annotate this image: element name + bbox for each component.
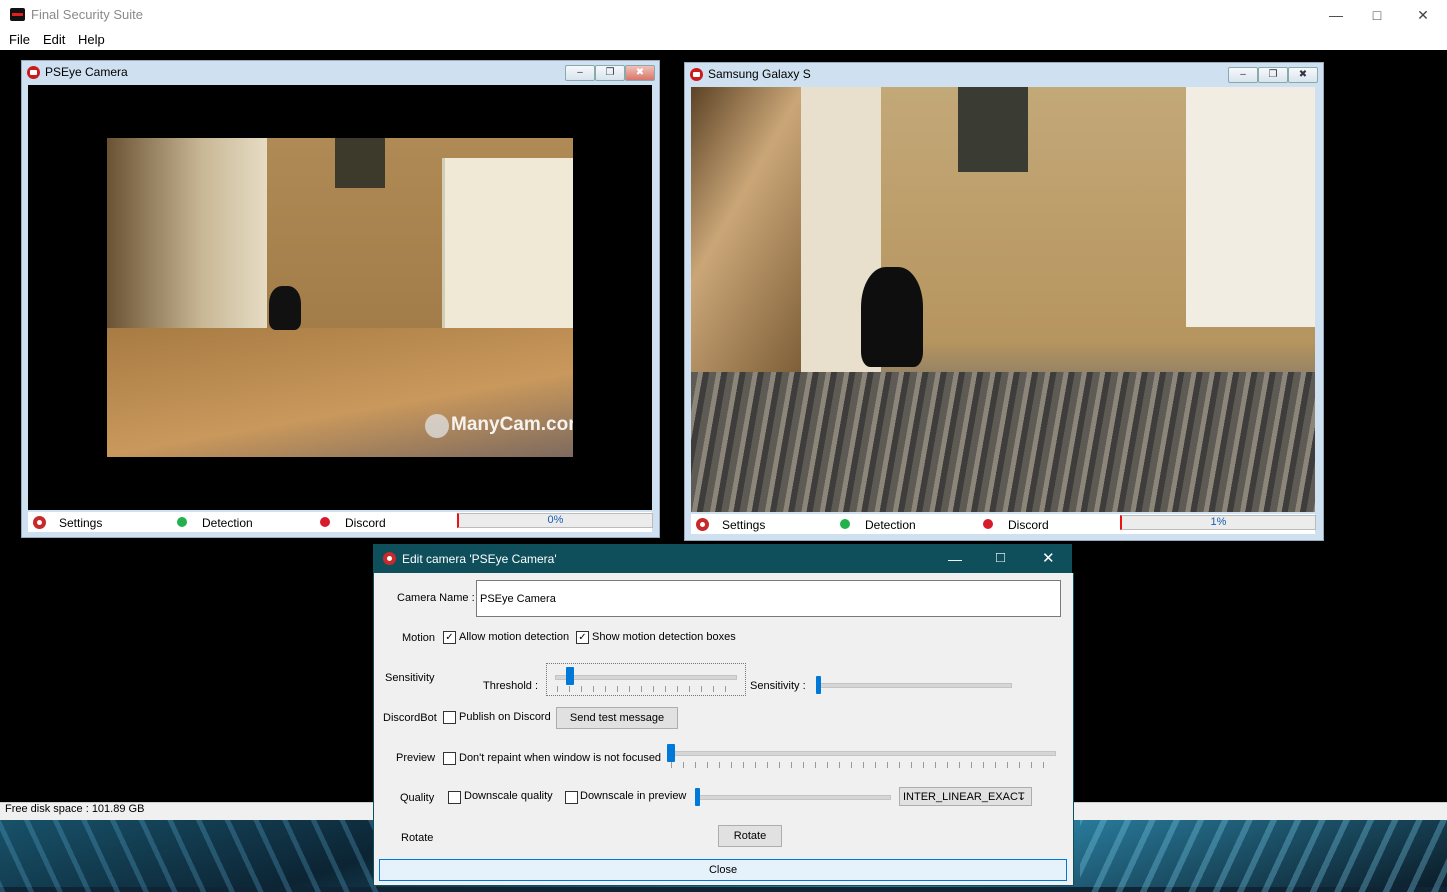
discord-toggle[interactable]: Discord bbox=[1008, 518, 1049, 532]
detection-toggle[interactable]: Detection bbox=[202, 516, 253, 530]
sensitivity-slider-label: Sensitivity : bbox=[750, 680, 806, 692]
gear-icon[interactable] bbox=[696, 518, 709, 531]
sensitivity-track[interactable] bbox=[818, 683, 1012, 688]
painting-shape bbox=[958, 87, 1028, 172]
camera-frame-image: ManyCam.com bbox=[107, 138, 573, 457]
minimize-icon[interactable]: – bbox=[1228, 67, 1258, 83]
camera-icon bbox=[690, 68, 703, 81]
publish-discord-checkbox[interactable] bbox=[443, 711, 456, 724]
interpolation-select[interactable]: INTER_LINEAR_EXACT ⌄ bbox=[899, 787, 1032, 806]
threshold-label: Threshold : bbox=[483, 680, 539, 692]
threshold-track[interactable] bbox=[555, 675, 737, 680]
dialog-title: Edit camera 'PSEye Camera' bbox=[402, 552, 557, 566]
window-title: Final Security Suite bbox=[31, 7, 143, 22]
allow-motion-label: Allow motion detection bbox=[459, 631, 570, 643]
detection-status-icon bbox=[840, 519, 850, 529]
show-boxes-label: Show motion detection boxes bbox=[592, 631, 736, 643]
camera-title: PSEye Camera bbox=[45, 65, 128, 79]
camera-name-input[interactable] bbox=[476, 580, 1061, 617]
progress-text: 0% bbox=[547, 514, 564, 526]
detection-status-icon bbox=[177, 517, 187, 527]
minimize-icon[interactable]: — bbox=[948, 551, 962, 567]
menu-edit[interactable]: Edit bbox=[43, 32, 65, 47]
downscale-preview-label: Downscale in preview bbox=[580, 790, 687, 802]
rotate-button[interactable]: Rotate bbox=[718, 825, 782, 847]
dont-repaint-checkbox[interactable] bbox=[443, 752, 456, 765]
cat-shape bbox=[269, 286, 301, 330]
quality-label: Quality bbox=[400, 792, 435, 804]
settings-link[interactable]: Settings bbox=[59, 516, 102, 530]
quality-track[interactable] bbox=[697, 795, 891, 800]
app-logo-icon bbox=[10, 8, 25, 21]
sensitivity-section-label: Sensitivity bbox=[385, 672, 435, 684]
allow-motion-checkbox[interactable]: ✓ bbox=[443, 631, 456, 644]
menu-file[interactable]: File bbox=[9, 32, 30, 47]
close-icon[interactable]: ✕ bbox=[1042, 549, 1055, 567]
restore-icon[interactable]: ❐ bbox=[1258, 67, 1288, 83]
camera-name-label: Camera Name : bbox=[397, 592, 475, 604]
main-titlebar bbox=[0, 0, 1447, 30]
watermark-text: ManyCam.com bbox=[451, 414, 573, 435]
discord-status-icon bbox=[983, 519, 993, 529]
disk-space-text: Free disk space : 101.89 GB bbox=[5, 803, 145, 815]
downscale-quality-checkbox[interactable] bbox=[448, 791, 461, 804]
close-button[interactable]: Close bbox=[379, 859, 1067, 881]
minimize-icon[interactable]: – bbox=[565, 65, 595, 81]
show-boxes-checkbox[interactable]: ✓ bbox=[576, 631, 589, 644]
preview-track[interactable] bbox=[668, 751, 1056, 756]
progress-text: 1% bbox=[1210, 516, 1227, 528]
publish-discord-label: Publish on Discord bbox=[459, 711, 551, 723]
dont-repaint-label: Don't repaint when window is not focused bbox=[459, 752, 662, 764]
restore-icon[interactable]: ❐ bbox=[595, 65, 625, 81]
threshold-slider-frame bbox=[546, 663, 746, 696]
settings-link[interactable]: Settings bbox=[722, 518, 765, 532]
menu-help[interactable]: Help bbox=[78, 32, 105, 47]
discordbot-label: DiscordBot bbox=[383, 712, 437, 724]
interpolation-value: INTER_LINEAR_EXACT bbox=[903, 791, 1025, 803]
preview-label: Preview bbox=[396, 752, 436, 764]
send-test-message-button[interactable]: Send test message bbox=[556, 707, 678, 729]
motion-progress-bar: 1% bbox=[1120, 515, 1316, 530]
manycam-logo-icon bbox=[425, 414, 449, 438]
threshold-slider-thumb[interactable] bbox=[566, 667, 574, 685]
motion-label: Motion bbox=[402, 632, 436, 644]
dresser-shape bbox=[1186, 87, 1315, 327]
discord-toggle[interactable]: Discord bbox=[345, 516, 386, 530]
quality-slider-thumb[interactable] bbox=[695, 788, 700, 806]
discord-status-icon bbox=[320, 517, 330, 527]
motion-progress-bar: 0% bbox=[457, 513, 653, 528]
maximize-icon[interactable]: □ bbox=[1354, 0, 1400, 30]
carpet-shape bbox=[691, 372, 1315, 512]
gear-icon bbox=[383, 552, 396, 565]
downscale-quality-label: Downscale quality bbox=[464, 790, 553, 802]
video-feed bbox=[691, 87, 1315, 512]
camera-icon bbox=[27, 66, 40, 79]
painting-shape bbox=[335, 138, 385, 188]
close-icon[interactable]: ✕ bbox=[1400, 0, 1446, 30]
downscale-preview-checkbox[interactable] bbox=[565, 791, 578, 804]
preview-ticks bbox=[671, 762, 1051, 768]
gear-icon[interactable] bbox=[33, 516, 46, 529]
cat-shape bbox=[861, 267, 923, 367]
minimize-icon[interactable]: — bbox=[1313, 0, 1359, 30]
floor-shape bbox=[107, 328, 573, 457]
sensitivity-slider-thumb[interactable] bbox=[816, 676, 821, 694]
close-icon[interactable]: ✖ bbox=[625, 65, 655, 81]
wallpaper-streaks bbox=[0, 812, 380, 892]
close-icon[interactable]: ✖ bbox=[1288, 67, 1318, 83]
camera-title: Samsung Galaxy S bbox=[708, 67, 811, 81]
wallpaper-streaks bbox=[1080, 812, 1447, 892]
preview-slider-thumb[interactable] bbox=[667, 744, 675, 762]
maximize-icon[interactable]: □ bbox=[996, 549, 1005, 566]
detection-toggle[interactable]: Detection bbox=[865, 518, 916, 532]
menu-bar bbox=[0, 30, 1447, 50]
threshold-ticks bbox=[557, 686, 737, 692]
chevron-down-icon: ⌄ bbox=[1017, 792, 1026, 803]
chair-shape bbox=[691, 87, 801, 387]
rotate-label: Rotate bbox=[401, 832, 434, 844]
